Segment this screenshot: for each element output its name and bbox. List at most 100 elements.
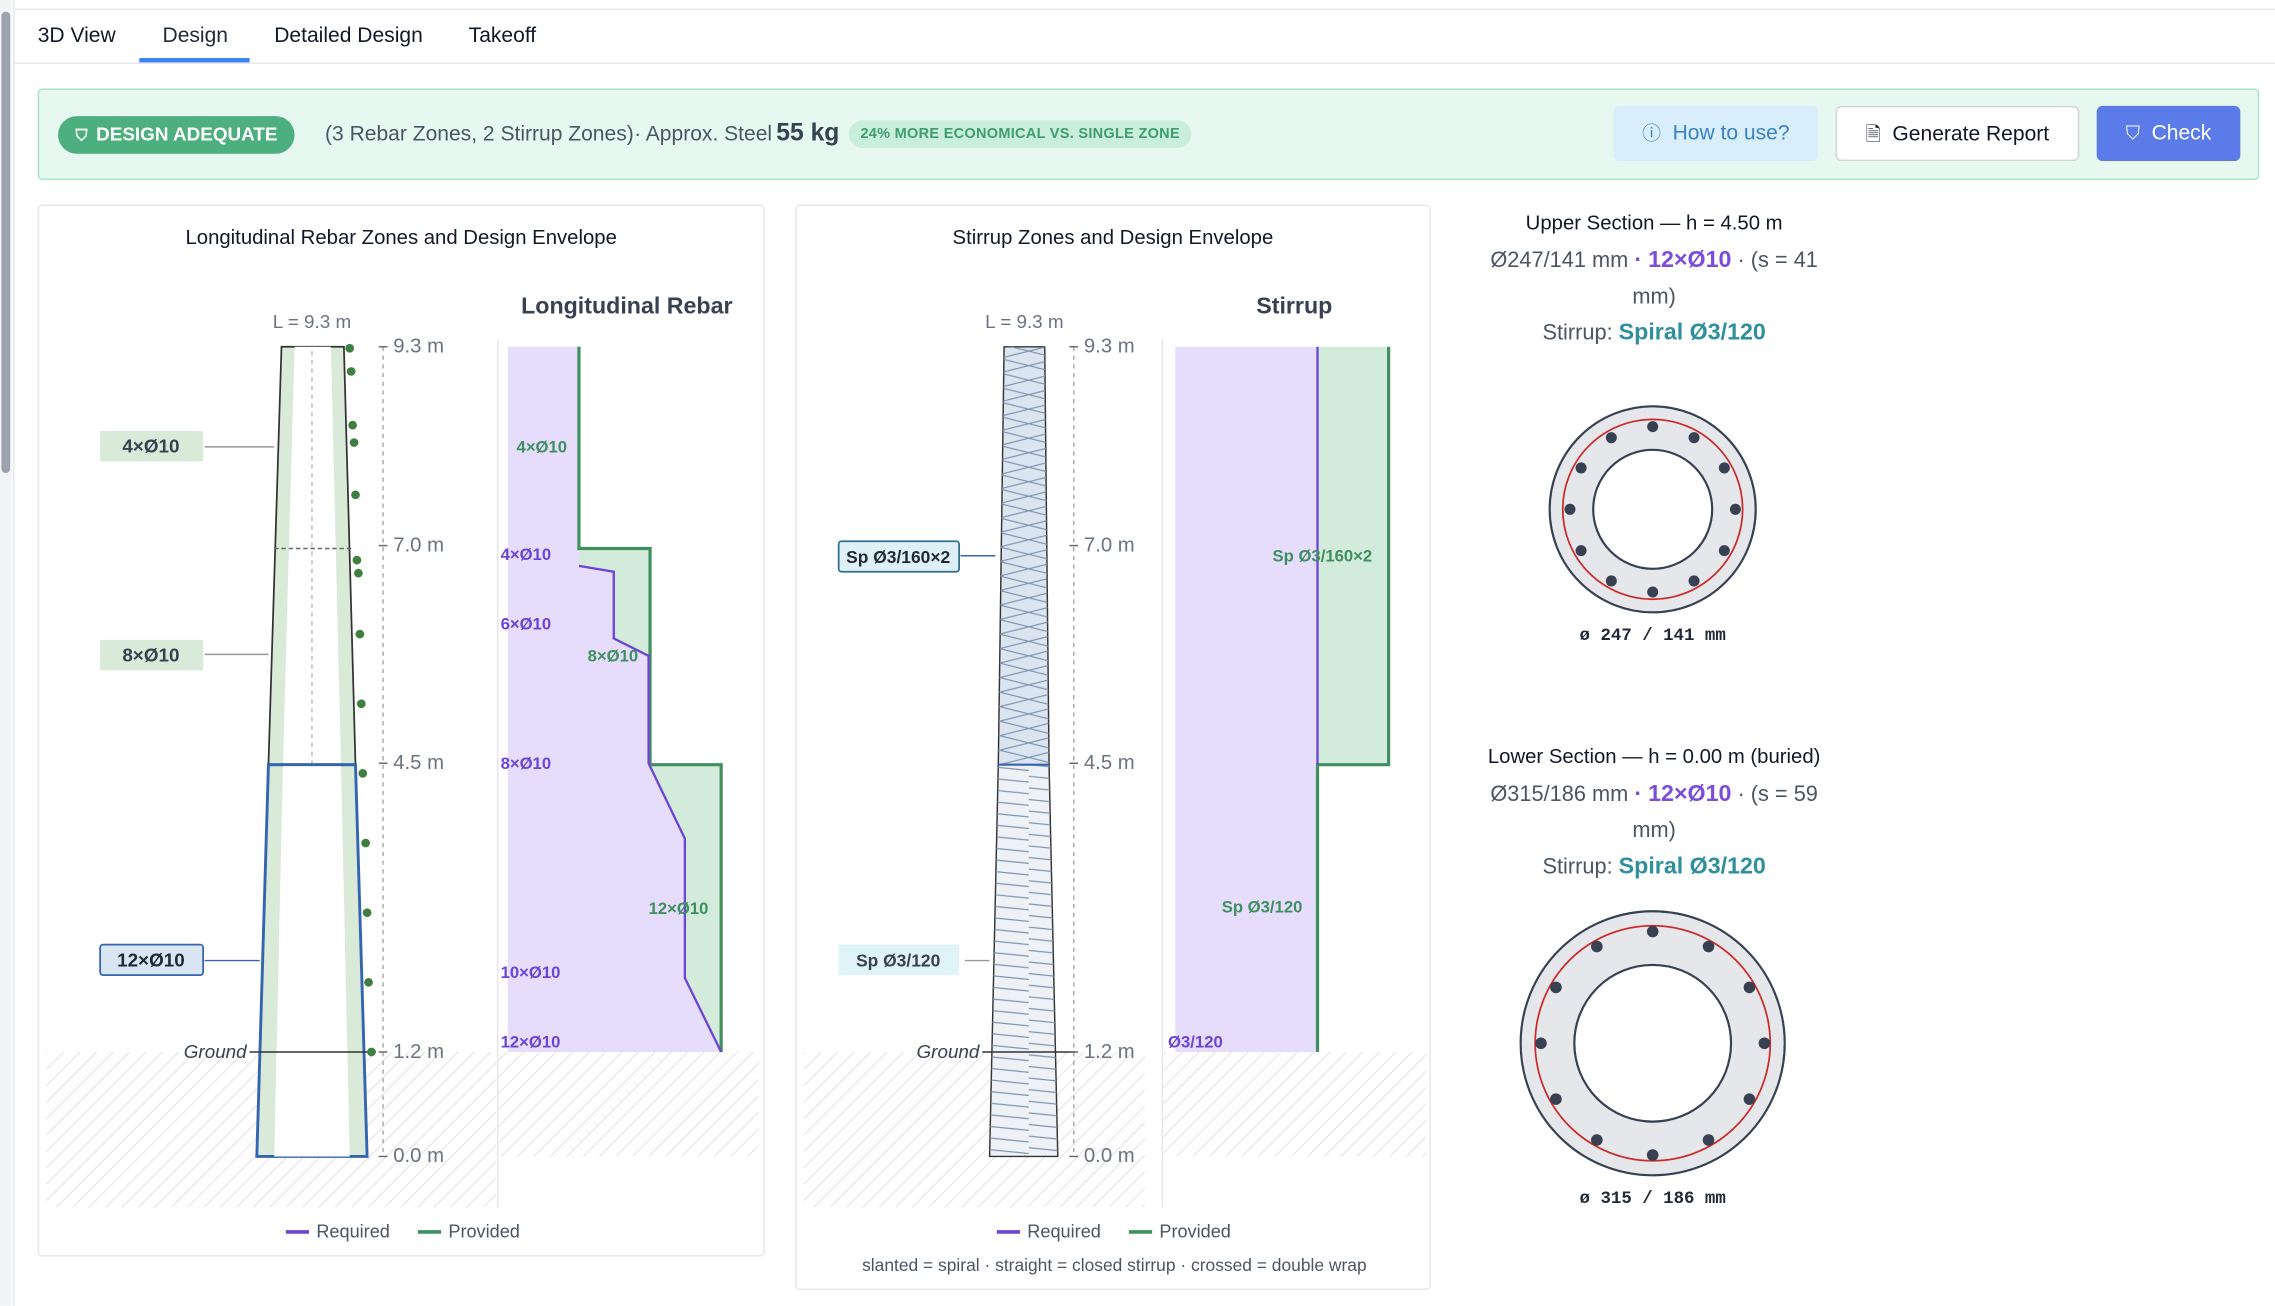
economy-badge: 24% MORE ECONOMICAL VS. SINGLE ZONE [848, 120, 1192, 149]
zone-label: Sp Ø3/160×2 [846, 547, 950, 567]
tab-detailed-design[interactable]: Detailed Design [274, 25, 423, 48]
section-rebar: 12×Ø10 [1648, 248, 1732, 273]
provided-label: Sp Ø3/120 [1222, 898, 1303, 917]
rebar-bar [1575, 545, 1587, 557]
upper-cross-section: ø 247 / 141 mm [1548, 405, 1757, 646]
pile-lower-core [274, 764, 350, 1157]
envelope-title: Longitudinal Rebar [521, 292, 732, 318]
elevation-label: 9.3 m [1084, 336, 1135, 358]
rebar-bar [1591, 940, 1603, 953]
rebar-bar [1535, 1037, 1547, 1050]
rebar-bar [1647, 421, 1659, 433]
rebar-bar [1718, 462, 1730, 474]
rebar-bar [1729, 503, 1741, 515]
legend-required: Required [316, 1222, 390, 1242]
rebar-bar [1564, 503, 1576, 515]
rebar-bar [1688, 432, 1700, 444]
page-scrollbar[interactable] [0, 0, 12, 1306]
rebar-bar [1758, 1037, 1771, 1050]
lower-section-title: Lower Section — h = 0.00 m (buried) [1487, 744, 1821, 768]
rebar-bar [1743, 981, 1756, 994]
required-label: 6×Ø10 [501, 615, 552, 634]
zone-label: 8×Ø10 [122, 645, 179, 666]
section-dims: Ø247/141 mm [1490, 248, 1629, 273]
section-rebar: 12×Ø10 [1648, 782, 1732, 807]
rebar-bar [1743, 1093, 1756, 1105]
ground-label: Ground [184, 1041, 247, 1062]
upper-section-title: Upper Section — h = 4.50 m [1525, 210, 1783, 234]
elevation-label: 4.5 m [393, 752, 444, 774]
rebar-bar [1688, 575, 1700, 587]
status-text: DESIGN ADEQUATE [96, 123, 278, 146]
tab-bar: 3D View Design Detailed Design Takeoff [14, 10, 2275, 64]
elevation-label: 1.2 m [393, 1041, 444, 1063]
scrollbar-thumb[interactable] [1, 11, 11, 474]
provided-label: Sp Ø3/160×2 [1273, 547, 1373, 566]
stirrup-diagram: Ground L = 9.3 m 9.3 m 7.0 m 4.5 m 1.2 m… [803, 292, 1427, 1275]
lower-section-props: Ø315/186 mm · 12×Ø10 · (s = 59 [1490, 782, 1818, 807]
rebar-bar [1647, 586, 1659, 598]
spiral-hatch [989, 764, 1058, 1157]
rebar-bar [1591, 1134, 1603, 1146]
check-label: Check [2151, 121, 2212, 146]
tab-takeoff[interactable]: Takeoff [469, 25, 536, 48]
divider [13, 0, 15, 1306]
shield-icon: ⛉ [2125, 121, 2140, 144]
generate-report-button[interactable]: 🗎 Generate Report [1835, 105, 2080, 162]
stirrup-value: Spiral Ø3/120 [1618, 320, 1766, 346]
length-label: L = 9.3 m [273, 311, 351, 332]
legend-required: Required [1027, 1222, 1101, 1242]
rebar-panel: Longitudinal Rebar Zones and Design Enve… [37, 204, 765, 1257]
rebar-bar [1605, 432, 1617, 444]
elevation-label: 1.2 m [1084, 1041, 1135, 1063]
length-label: L = 9.3 m [985, 311, 1063, 332]
legend-provided: Provided [1159, 1222, 1231, 1242]
ground-label: Ground [917, 1041, 980, 1062]
section-spacing: · (s = 59 [1737, 782, 1818, 807]
section-spacing: · (s = 41 [1737, 248, 1818, 273]
rebar-bar [1702, 1134, 1715, 1146]
tab-design[interactable]: Design [163, 25, 228, 48]
required-label: 10×Ø10 [501, 963, 561, 982]
lower-section-spacing-unit: mm) [1632, 818, 1676, 844]
ground-hatch [1162, 1051, 1427, 1157]
active-tab-indicator [139, 58, 250, 63]
provided-label: 4×Ø10 [517, 438, 568, 457]
lower-cross-section: ø 315 / 186 mm [1519, 910, 1786, 1209]
required-label: 8×Ø10 [501, 754, 552, 773]
generate-report-label: Generate Report [1892, 123, 2050, 147]
upper-section-stirrup: Stirrup: Spiral Ø3/120 [1436, 321, 1871, 347]
rebar-bar [1550, 1093, 1562, 1105]
section-void [1573, 963, 1733, 1123]
hatch-legend-note: slanted = spiral · straight = closed sti… [862, 1255, 1367, 1275]
help-circle-icon: ⓘ [1642, 121, 1661, 144]
check-button[interactable]: ⛉ Check [2096, 105, 2241, 162]
shield-icon: ⛉ [75, 127, 88, 146]
rebar-bar [1702, 940, 1715, 953]
status-badge: ⛉ DESIGN ADEQUATE [58, 116, 295, 154]
how-to-use-button[interactable]: ⓘ How to use? [1613, 105, 1819, 162]
elevation-label: 4.5 m [1084, 752, 1135, 774]
steel-value: 55 kg [776, 118, 840, 147]
rebar-bar [1646, 925, 1659, 938]
zone-label: 4×Ø10 [122, 436, 179, 457]
stirrup-panel: Stirrup Zones and Design Envelope Ground… [795, 204, 1431, 1290]
rebar-bar [1646, 1149, 1659, 1161]
legend-provided: Provided [448, 1222, 520, 1242]
rebar-bar [1718, 545, 1730, 557]
design-status-banner: ⛉ DESIGN ADEQUATE (3 Rebar Zones, 2 Stirr… [37, 88, 2260, 180]
section-caption: ø 315 / 186 mm [1580, 1190, 1726, 1209]
elevation-label: 7.0 m [393, 534, 444, 556]
tab-3d-view[interactable]: 3D View [38, 25, 116, 48]
required-label: Ø3/120 [1168, 1033, 1223, 1052]
rebar-diagram: Ground L = 9.3 m 9.3 m 7.0 m 4.5 m 1.2 m… [46, 292, 759, 1242]
elevation-label: 0.0 m [1084, 1145, 1135, 1167]
ground-hatch [803, 1051, 1145, 1208]
pdf-file-icon: 🗎 [1865, 123, 1881, 146]
elevation-label: 0.0 m [393, 1145, 444, 1167]
section-dims: Ø315/186 mm [1490, 782, 1629, 807]
required-area [1175, 346, 1318, 1052]
double-wrap-hatch [998, 346, 1050, 765]
envelope-title: Stirrup [1256, 292, 1332, 318]
zone-label: Sp Ø3/120 [856, 950, 940, 970]
